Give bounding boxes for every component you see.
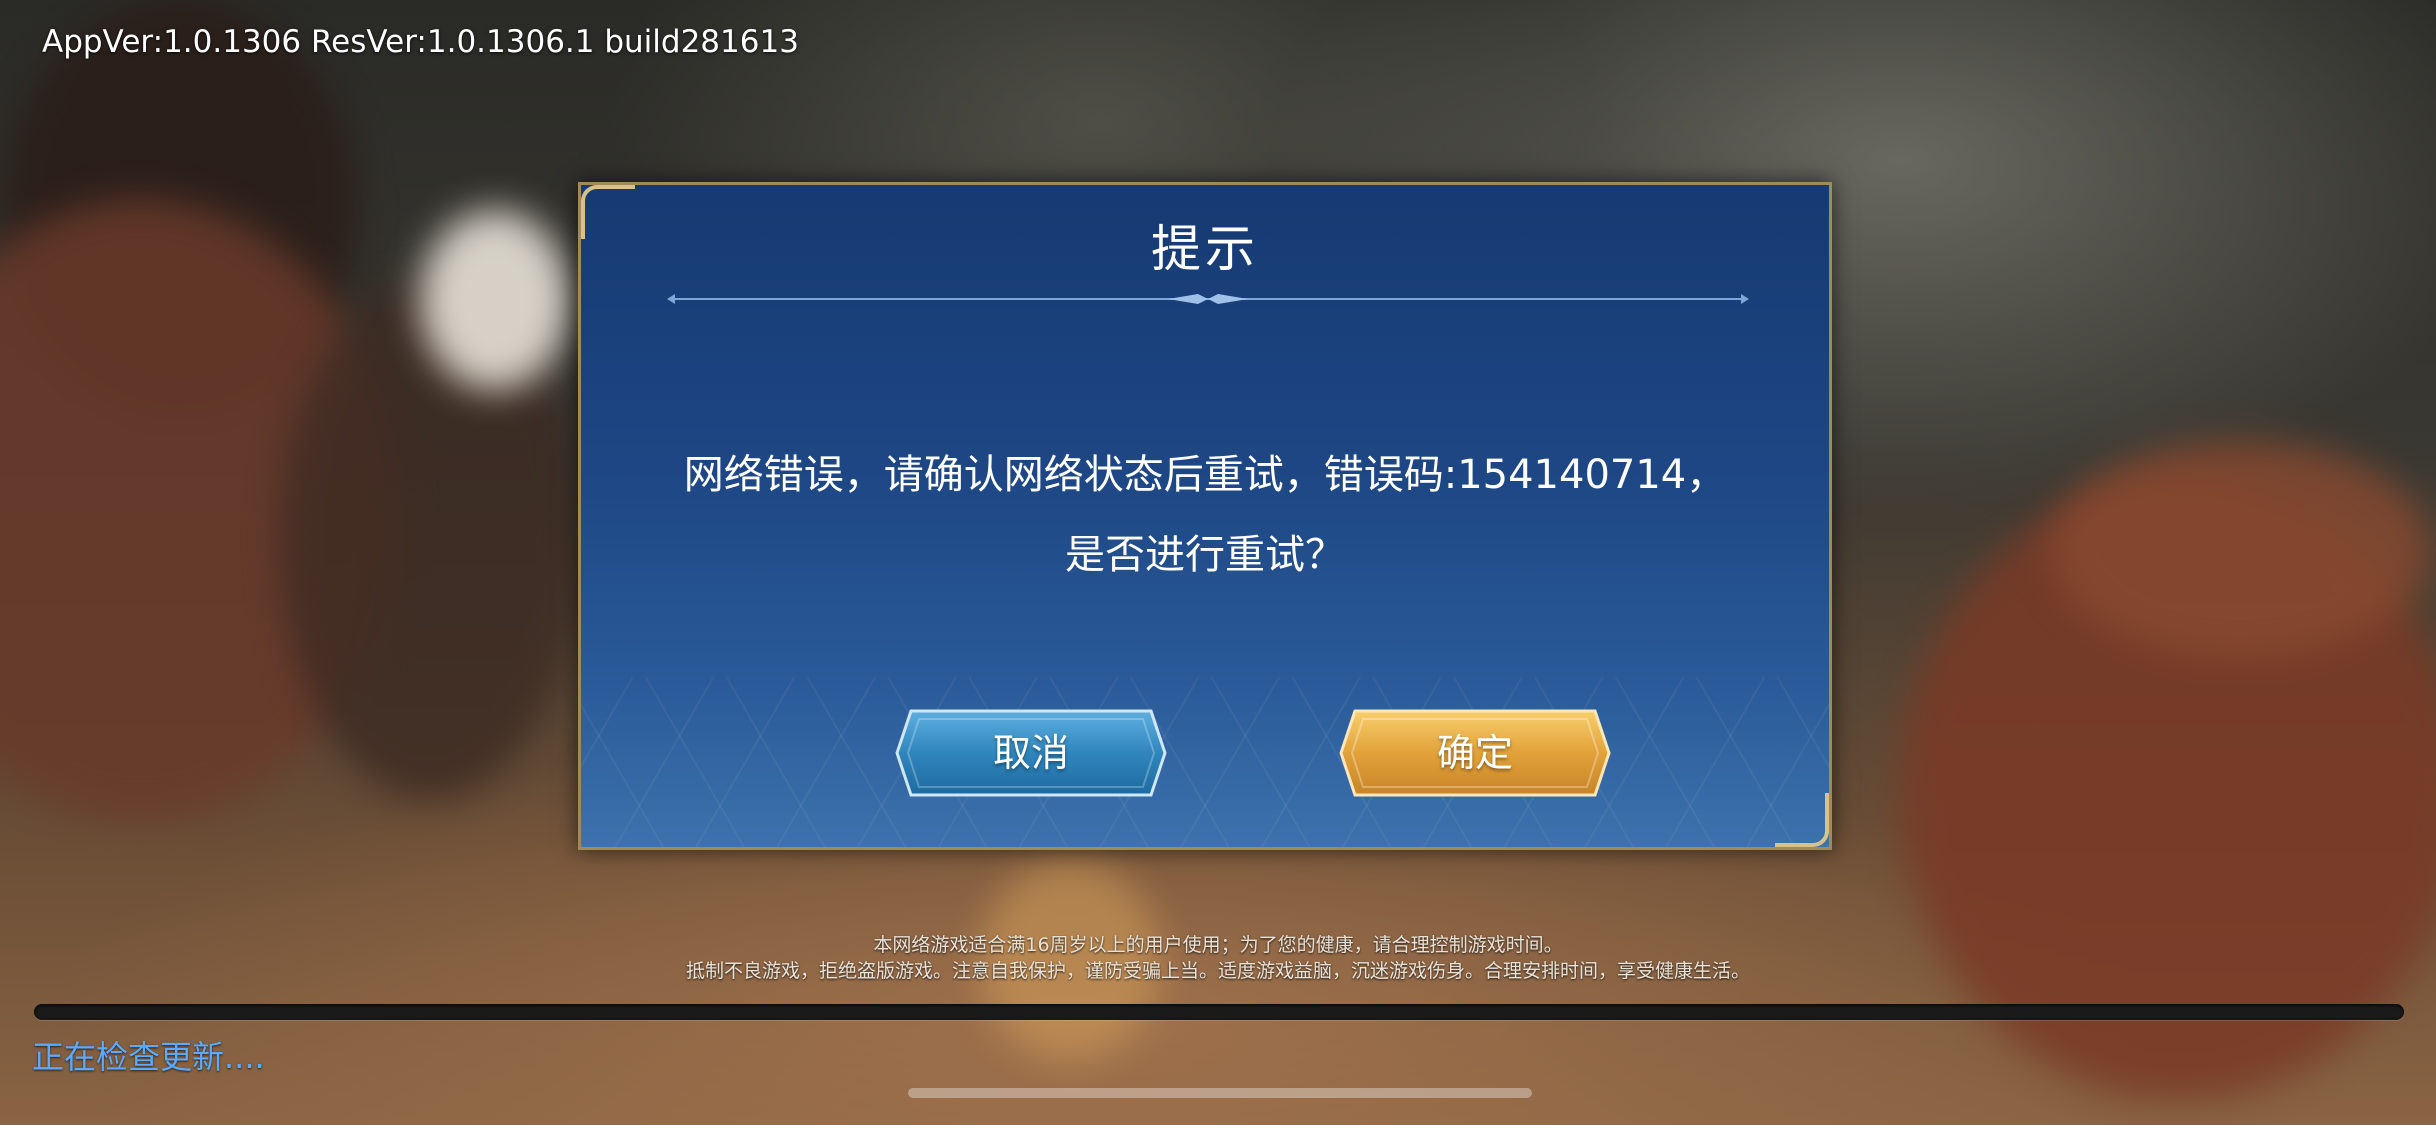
loading-status-text: 正在检查更新.... [32, 1038, 265, 1076]
health-notice-line: 抵制不良游戏，拒绝盗版游戏。注意自我保护，谨防受骗上当。适度游戏益脑，沉迷游戏伤… [685, 960, 1750, 982]
dialog-message: 网络错误，请确认网络状态后重试，错误码:154140714， 是否进行重试？ [631, 435, 1779, 595]
loading-progress-bar [34, 1004, 2404, 1020]
confirm-button[interactable]: 确定 [1339, 709, 1611, 797]
background-shape [2050, 440, 2430, 660]
version-info: AppVer:1.0.1306 ResVer:1.0.1306.1 build2… [42, 24, 799, 60]
game-screen: AppVer:1.0.1306 ResVer:1.0.1306.1 build2… [0, 0, 2436, 1125]
background-shape [420, 210, 570, 390]
dialog-corner-ornament [1775, 793, 1829, 847]
health-notice-line: 本网络游戏适合满16周岁以上的用户使用；为了您的健康，请合理控制游戏时间。 [873, 934, 1563, 956]
dialog-title: 提示 [1151, 220, 1259, 278]
dialog-message-line: 是否进行重试？ [1065, 532, 1345, 578]
cancel-button-label: 取消 [992, 731, 1069, 775]
dialog-message-line: 网络错误，请确认网络状态后重试，错误码:154140714， [683, 452, 1727, 498]
home-indicator[interactable] [908, 1088, 1532, 1098]
ornament-divider-icon [667, 294, 1749, 304]
confirm-button-label: 确定 [1436, 731, 1513, 775]
network-error-dialog: 提示 网络错误，请确认网络状态后重试，错误码:154140714， 是否进行重试… [578, 182, 1832, 850]
cancel-button[interactable]: 取消 [895, 709, 1167, 797]
